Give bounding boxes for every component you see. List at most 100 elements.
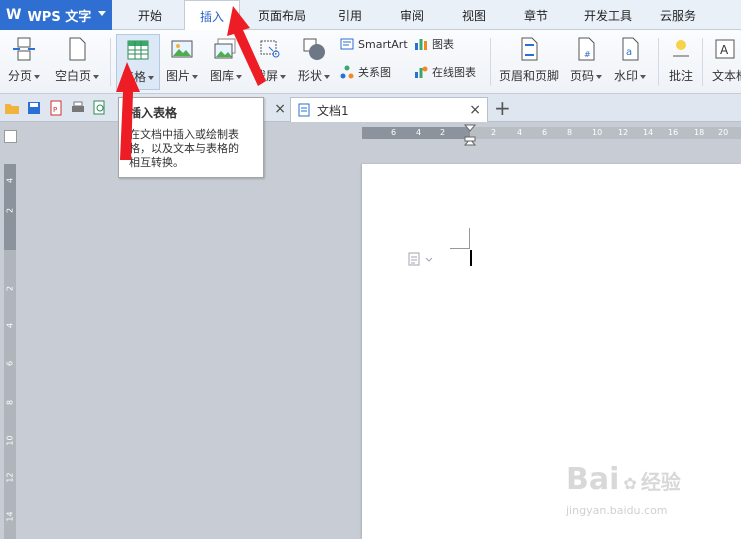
chevron-down-icon	[192, 74, 198, 79]
tab-view[interactable]: 视图	[448, 0, 500, 30]
print-preview-icon[interactable]	[92, 100, 108, 116]
ruler-tick-label: 4	[517, 128, 523, 137]
watermark-button[interactable]: a 水印	[610, 34, 650, 90]
tab-cloud[interactable]: 云服务	[650, 0, 706, 30]
doc-tab-close-prev[interactable]: ×	[270, 97, 290, 122]
textbox-label: 文本框	[712, 69, 741, 83]
chevron-down-icon	[640, 74, 646, 79]
ruler-tick-label: 6	[5, 360, 15, 367]
tab-page-layout[interactable]: 页面布局	[246, 0, 318, 30]
tooltip-description: 在文档中插入或绘制表 格，以及文本与表格的 相互转换。	[129, 128, 253, 170]
ruler-tick-label: 4	[5, 322, 15, 329]
quick-access-bar: P × 文档1 × +	[0, 94, 741, 122]
relation-chart-button[interactable]: 关系图	[340, 63, 391, 81]
app-menu-button[interactable]: W WPS 文字	[0, 0, 112, 30]
tooltip-line: 格，以及文本与表格的	[129, 142, 239, 155]
ruler-tick-label: 8	[567, 128, 573, 137]
gallery-icon	[214, 38, 236, 59]
smartart-button[interactable]: SmartArt	[340, 35, 408, 53]
tab-section[interactable]: 章节	[510, 0, 562, 30]
chart-label: 图表	[432, 38, 454, 51]
tab-references[interactable]: 引用	[324, 0, 376, 30]
tab-home[interactable]: 开始	[124, 0, 176, 30]
page-break-button[interactable]: 分页	[4, 34, 44, 90]
shape-button[interactable]: 形状	[294, 34, 334, 90]
svg-text:P: P	[53, 106, 57, 114]
tab-review[interactable]: 审阅	[386, 0, 438, 30]
relation-chart-icon	[340, 65, 354, 79]
blank-page-icon	[69, 37, 86, 61]
ruler-tick-label: 10	[5, 435, 15, 446]
ruler-corner[interactable]	[4, 130, 17, 143]
table-button[interactable]: 表格	[116, 34, 160, 90]
gallery-button[interactable]: 图库	[206, 34, 246, 90]
document-icon	[298, 103, 310, 117]
chart-icon	[415, 39, 427, 50]
print-icon[interactable]	[70, 100, 86, 116]
ruler-tick-label: 4	[416, 128, 422, 137]
table-icon	[127, 40, 149, 60]
tooltip-line: 相互转换。	[129, 156, 184, 169]
svg-text:A: A	[720, 43, 729, 57]
picture-button[interactable]: 图片	[162, 34, 202, 90]
comment-icon	[673, 40, 689, 57]
chevron-down-icon	[98, 11, 106, 16]
save-icon[interactable]	[26, 100, 42, 116]
smartart-icon	[340, 38, 354, 50]
textbox-button[interactable]: A 文本框	[708, 34, 741, 90]
menu-bar: W WPS 文字 开始 插入 页面布局 引用 审阅 视图 章节 开发工具 云服务	[0, 0, 741, 31]
header-footer-label: 页眉和页脚	[498, 69, 559, 83]
screenshot-label: 截屏	[253, 69, 278, 83]
ruler-tick-label: 12	[5, 472, 15, 483]
online-chart-icon	[415, 66, 428, 78]
ruler-tick-label: 14	[5, 511, 15, 522]
gallery-label: 图库	[209, 69, 234, 83]
page-number-icon: #	[578, 37, 595, 61]
doc-tab[interactable]: 文档1 ×	[290, 97, 488, 122]
tab-developer[interactable]: 开发工具	[572, 0, 644, 30]
ruler-tick-label: 6	[542, 128, 548, 137]
ribbon-separator	[658, 38, 659, 86]
chevron-down-icon	[280, 74, 286, 79]
screenshot-icon	[260, 40, 280, 58]
table-label: 表格	[121, 70, 146, 84]
open-folder-icon[interactable]	[4, 100, 20, 116]
online-chart-label: 在线图表	[432, 66, 476, 79]
paragraph-layout-icon[interactable]	[408, 252, 434, 266]
watermark-label: 水印	[613, 69, 638, 83]
comment-button[interactable]: 批注	[664, 34, 698, 90]
textbox-icon: A	[715, 39, 734, 59]
watermark-url: jingyan.baidu.com	[566, 504, 668, 517]
screenshot-button[interactable]: 截屏	[250, 34, 290, 90]
ruler-tick-label: 18	[694, 128, 705, 137]
comment-label: 批注	[668, 69, 693, 83]
tooltip-title: 插入表格	[129, 106, 178, 120]
close-icon[interactable]: ×	[469, 102, 481, 118]
watermark-text: Bai	[566, 462, 620, 497]
new-tab-button[interactable]: +	[494, 96, 511, 120]
online-chart-button[interactable]: 在线图表	[414, 63, 476, 81]
watermark-paw-icon: ✿	[623, 474, 637, 493]
chevron-down-icon	[93, 74, 99, 79]
blank-page-label: 空白页	[54, 69, 91, 83]
chart-button[interactable]: 图表	[414, 35, 454, 53]
svg-text:a: a	[626, 47, 632, 58]
header-footer-button[interactable]: 页眉和页脚	[496, 34, 562, 90]
margin-corner-mark	[469, 228, 470, 248]
indent-marker-icon[interactable]	[464, 124, 476, 146]
blank-page-button[interactable]: 空白页	[50, 34, 104, 90]
chevron-down-icon	[148, 75, 154, 80]
ribbon-separator	[702, 38, 703, 86]
close-icon[interactable]: ×	[274, 101, 286, 117]
export-pdf-icon[interactable]: P	[48, 100, 64, 116]
margin-corner-mark	[450, 248, 470, 249]
baidu-watermark: Bai ✿ 经验 jingyan.baidu.com	[566, 462, 726, 522]
page-number-button[interactable]: # 页码	[566, 34, 606, 90]
ruler-tick-label: 8	[5, 399, 15, 406]
ruler-tick-label: 10	[592, 128, 603, 137]
ruler-tick-label: 2	[5, 207, 15, 214]
tab-insert[interactable]: 插入	[184, 0, 240, 31]
chevron-down-icon	[34, 74, 40, 79]
ruler-tick-label: 14	[643, 128, 654, 137]
ribbon: 分页 空白页 表格 图片 图库 截屏 形状 SmartArt 关系图 图表 在线…	[0, 30, 741, 94]
